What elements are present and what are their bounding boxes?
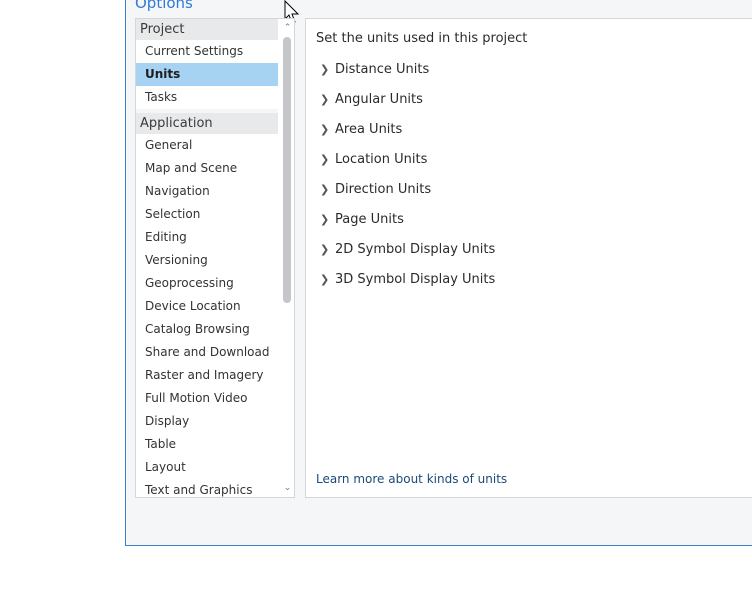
unit-section-row[interactable]: ❯ Angular Units bbox=[320, 90, 423, 110]
nav-item[interactable]: Geoprocessing bbox=[136, 272, 278, 295]
nav-group-header: Application bbox=[136, 113, 278, 134]
content-heading: Set the units used in this project bbox=[316, 31, 528, 46]
scroll-down-icon[interactable]: ⌄ bbox=[280, 481, 294, 495]
learn-more-link[interactable]: Learn more about kinds of units bbox=[316, 472, 507, 486]
nav-item[interactable]: Tasks bbox=[136, 86, 278, 109]
unit-section-row[interactable]: ❯ 3D Symbol Display Units bbox=[320, 270, 495, 290]
unit-section-label: Location Units bbox=[335, 152, 428, 167]
nav-item[interactable]: Display bbox=[136, 410, 278, 433]
units-content-panel: Set the units used in this project ❯ Dist… bbox=[305, 18, 752, 498]
nav-group-header: Project bbox=[136, 19, 278, 40]
nav-item[interactable]: Device Location bbox=[136, 295, 278, 318]
nav-item[interactable]: Catalog Browsing bbox=[136, 318, 278, 341]
chevron-right-icon[interactable]: ❯ bbox=[320, 240, 335, 260]
nav-item[interactable]: General bbox=[136, 134, 278, 157]
nav-item[interactable]: Text and Graphics bbox=[136, 479, 278, 497]
nav-item[interactable]: Map and Scene bbox=[136, 157, 278, 180]
unit-section-label: Area Units bbox=[335, 122, 403, 137]
nav-item[interactable]: Versioning bbox=[136, 249, 278, 272]
nav-item[interactable]: Layout bbox=[136, 456, 278, 479]
chevron-right-icon[interactable]: ❯ bbox=[320, 120, 335, 140]
chevron-right-icon[interactable]: ❯ bbox=[320, 270, 335, 290]
dialog-title: Options bbox=[135, 0, 193, 12]
options-nav-panel: Project Current Settings Units Tasks Applica… bbox=[135, 18, 295, 498]
unit-section-label: Angular Units bbox=[335, 92, 423, 107]
chevron-right-icon[interactable]: ❯ bbox=[320, 90, 335, 110]
unit-section-label: 3D Symbol Display Units bbox=[335, 272, 496, 287]
unit-section-row[interactable]: ❯ Direction Units bbox=[320, 180, 431, 200]
scroll-up-icon[interactable]: ⌃ bbox=[280, 21, 294, 35]
nav-item[interactable]: Editing bbox=[136, 226, 278, 249]
nav-item[interactable]: Selection bbox=[136, 203, 278, 226]
chevron-right-icon[interactable]: ❯ bbox=[320, 60, 335, 80]
chevron-right-icon[interactable]: ❯ bbox=[320, 180, 335, 200]
nav-item[interactable]: Raster and Imagery bbox=[136, 364, 278, 387]
unit-section-label: Direction Units bbox=[335, 182, 432, 197]
nav-item[interactable]: Full Motion Video bbox=[136, 387, 278, 410]
unit-section-label: Page Units bbox=[335, 212, 404, 227]
chevron-right-icon[interactable]: ❯ bbox=[320, 210, 335, 230]
options-nav-list: Project Current Settings Units Tasks Applica… bbox=[136, 19, 278, 497]
unit-section-row[interactable]: ❯ Distance Units bbox=[320, 60, 429, 80]
nav-item[interactable]: Navigation bbox=[136, 180, 278, 203]
nav-item[interactable]: Current Settings bbox=[136, 40, 278, 63]
unit-section-row[interactable]: ❯ Area Units bbox=[320, 120, 402, 140]
scroll-thumb[interactable] bbox=[283, 37, 291, 303]
nav-item[interactable]: Table bbox=[136, 433, 278, 456]
unit-section-label: Distance Units bbox=[335, 62, 430, 77]
unit-section-label: 2D Symbol Display Units bbox=[335, 242, 496, 257]
nav-item[interactable]: Units bbox=[136, 63, 278, 86]
unit-section-row[interactable]: ❯ Location Units bbox=[320, 150, 427, 170]
unit-section-row[interactable]: ❯ 2D Symbol Display Units bbox=[320, 240, 495, 260]
nav-item[interactable]: Share and Download bbox=[136, 341, 278, 364]
unit-section-row[interactable]: ❯ Page Units bbox=[320, 210, 404, 230]
chevron-right-icon[interactable]: ❯ bbox=[320, 150, 335, 170]
nav-scrollbar[interactable]: ⌃ ⌄ bbox=[280, 19, 294, 497]
